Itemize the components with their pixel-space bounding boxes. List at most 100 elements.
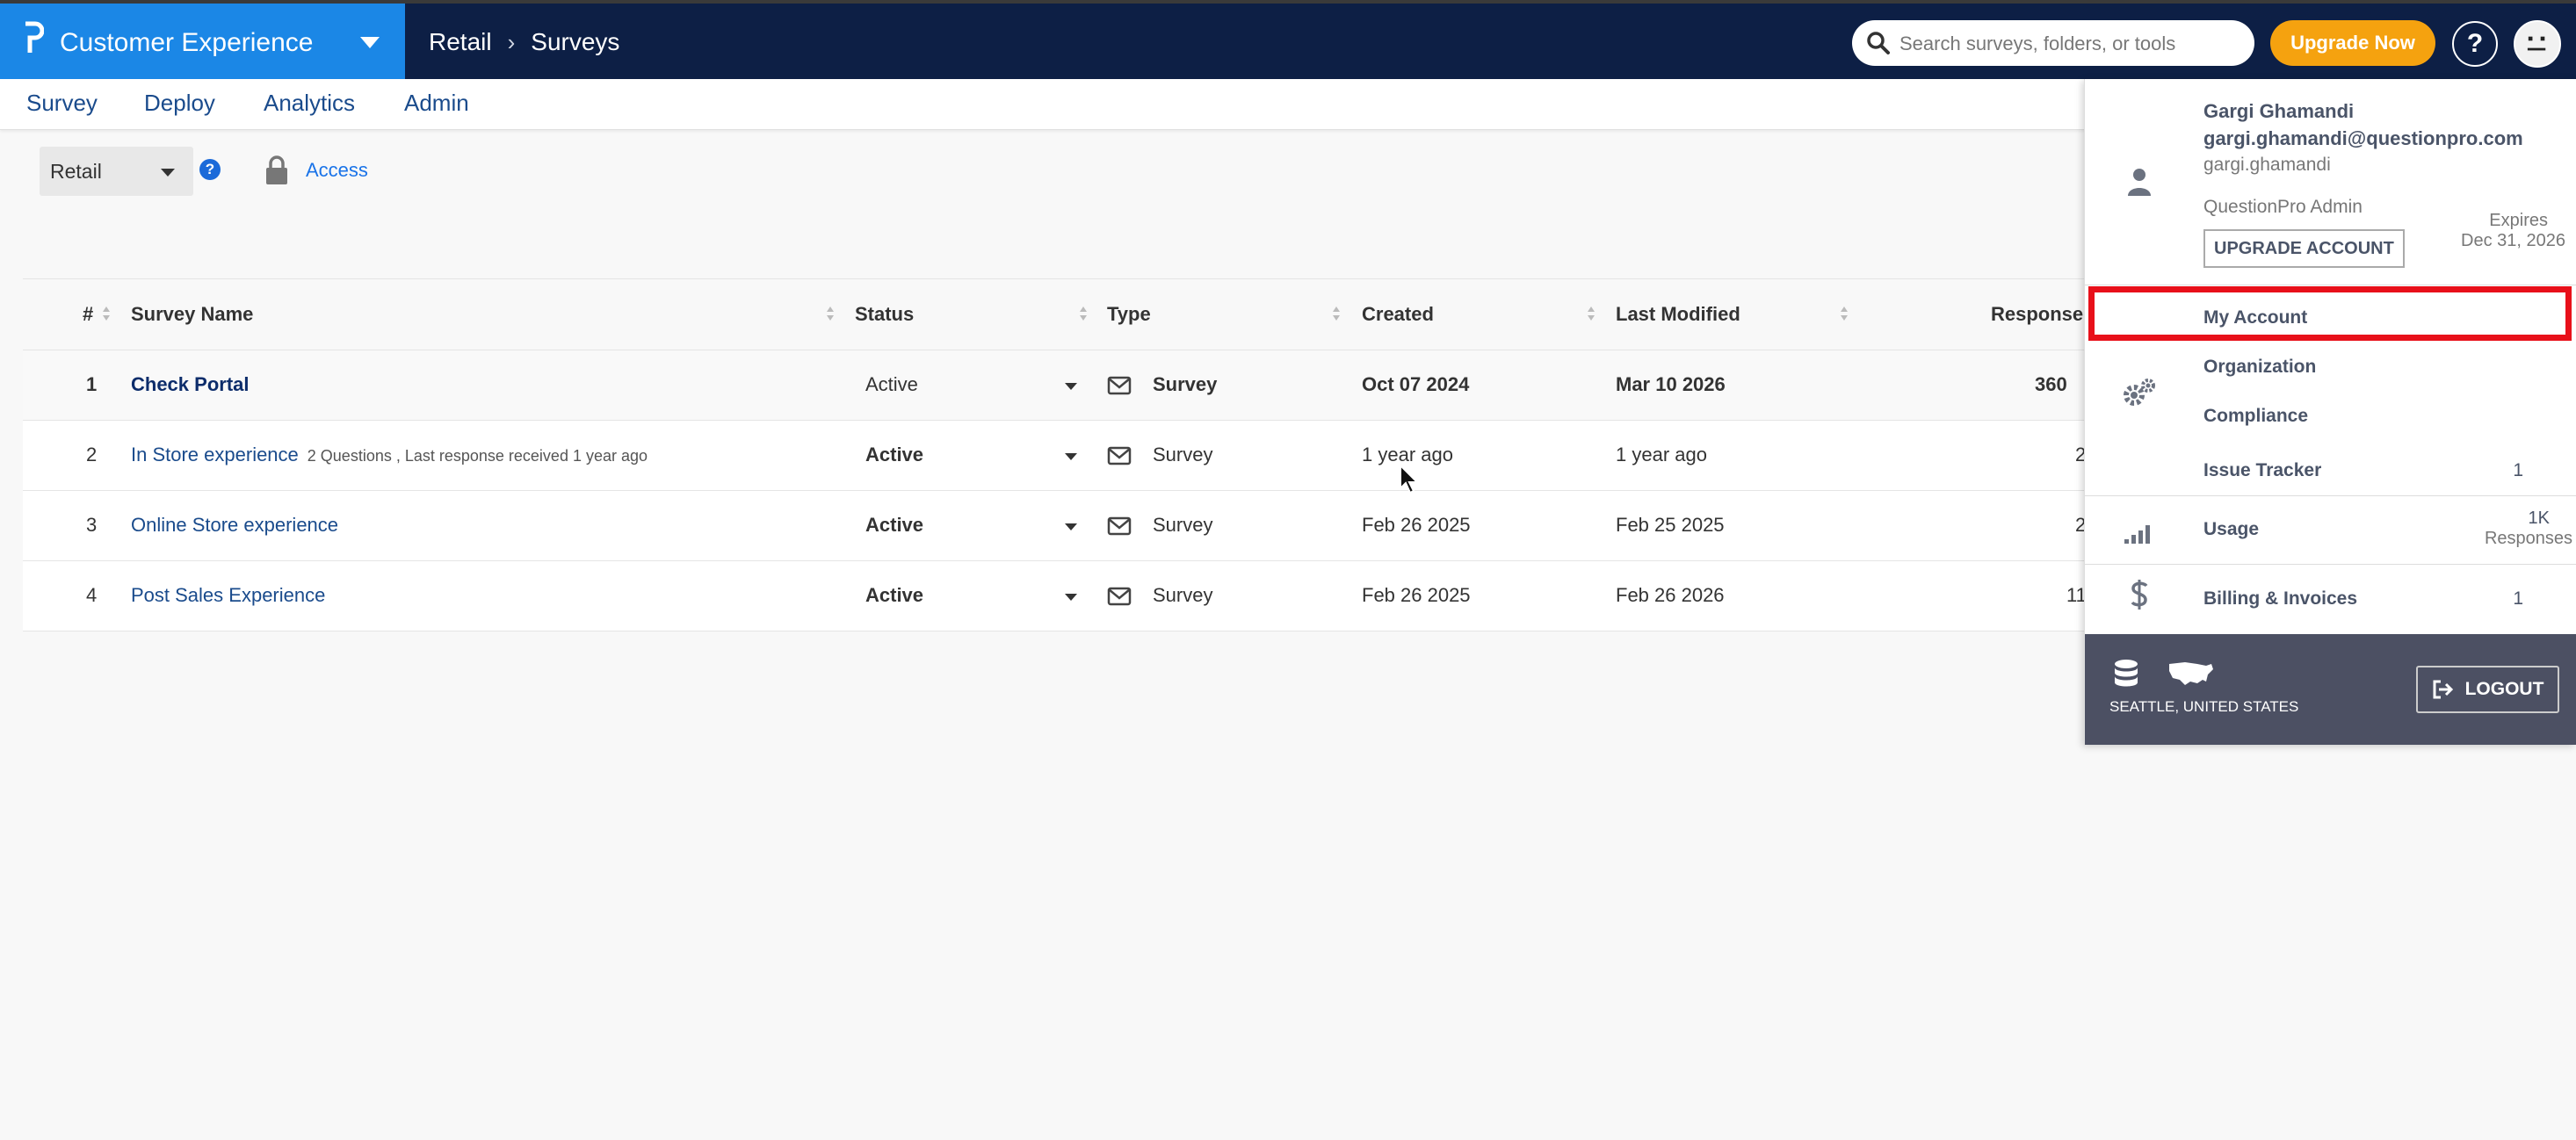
usage-link[interactable]: Usage [2203, 519, 2259, 540]
modified-value: Feb 26 2026 [1616, 584, 1725, 606]
folder-select[interactable]: Retail [40, 147, 193, 196]
status-dropdown-icon[interactable] [1065, 594, 1077, 601]
help-circle-icon[interactable]: ? [199, 159, 221, 180]
user-face-icon [2527, 36, 2546, 51]
sort-icon[interactable] [102, 306, 111, 321]
issue-tracker-link[interactable]: Issue Tracker [2203, 460, 2321, 481]
avatar[interactable] [2514, 20, 2561, 68]
user-name: Gargi Ghamandi [2203, 100, 2355, 122]
column-header-status[interactable]: Status [855, 303, 914, 326]
issue-tracker-count: 1 [2513, 460, 2523, 480]
sort-icon[interactable] [826, 306, 835, 321]
table-row[interactable]: 3 Online Store experience Active Survey … [23, 491, 2088, 561]
questionpro-logo-icon [25, 21, 44, 53]
chevron-down-icon [360, 37, 380, 48]
sort-icon[interactable] [1587, 306, 1596, 321]
column-header-survey-name[interactable]: Survey Name [131, 303, 253, 326]
status-dropdown-icon[interactable] [1065, 383, 1077, 390]
username: gargi.ghamandi [2203, 155, 2331, 175]
column-header-number[interactable]: # [83, 303, 93, 326]
status-value: Active [865, 444, 924, 465]
row-number: 4 [86, 584, 98, 606]
table-header: # Survey Name Status Type Created Last M… [23, 278, 2094, 350]
user-role: QuestionPro Admin [2203, 197, 2363, 217]
nav-admin[interactable]: Admin [404, 90, 469, 117]
organization-link[interactable]: Organization [2203, 357, 2316, 378]
account-menu: Gargi Ghamandi gargi.ghamandi@questionpr… [2084, 79, 2576, 745]
divider [2085, 495, 2576, 496]
logout-label: LOGOUT [2464, 679, 2544, 699]
status-value: Active [865, 514, 924, 536]
nav-analytics[interactable]: Analytics [264, 90, 355, 117]
search-placeholder: Search surveys, folders, or tools [1899, 32, 2176, 54]
envelope-icon [1107, 587, 1132, 606]
column-header-created[interactable]: Created [1362, 303, 1434, 326]
column-header-responses[interactable]: Responses [1991, 303, 2094, 326]
search-input[interactable]: Search surveys, folders, or tools [1852, 20, 2254, 66]
chevron-down-icon [161, 169, 175, 177]
billing-count: 1 [2513, 588, 2523, 609]
user-icon [2128, 169, 2151, 196]
nav-deploy[interactable]: Deploy [144, 90, 215, 117]
survey-meta: 2 Questions , Last response received 1 y… [307, 447, 648, 465]
envelope-icon [1107, 516, 1132, 536]
logout-button[interactable]: LOGOUT [2416, 666, 2559, 713]
modified-value: Mar 10 2026 [1616, 373, 1726, 395]
upgrade-account-button[interactable]: UPGRADE ACCOUNT [2203, 229, 2405, 268]
sort-icon[interactable] [1840, 306, 1849, 321]
row-number: 3 [86, 514, 98, 536]
product-switcher[interactable]: Customer Experience [0, 4, 405, 79]
survey-name-cell: In Store experience 2 Questions , Last re… [131, 444, 648, 466]
modified-value: Feb 25 2025 [1616, 514, 1725, 536]
data-center-location: SEATTLE, UNITED STATES [2109, 698, 2299, 715]
mouse-cursor-icon [1400, 464, 1420, 494]
type-value: Survey [1153, 584, 1213, 606]
type-value: Survey [1153, 444, 1213, 465]
nav-survey[interactable]: Survey [26, 90, 98, 117]
status-value: Active [865, 584, 924, 606]
user-email: gargi.ghamandi@questionpro.com [2203, 127, 2523, 149]
column-header-type[interactable]: Type [1107, 303, 1151, 326]
sort-icon[interactable] [1079, 306, 1088, 321]
help-icon[interactable]: ? [2452, 21, 2498, 67]
table-row[interactable]: 4 Post Sales Experience Active Survey Fe… [23, 561, 2088, 631]
survey-name-link[interactable]: In Store experience [131, 444, 299, 465]
table-row[interactable]: 1 Check Portal Active Survey Oct 07 2024… [23, 350, 2088, 421]
type-value: Survey [1153, 373, 1218, 395]
survey-name-link[interactable]: Check Portal [131, 373, 250, 396]
billing-invoices-link[interactable]: Billing & Invoices [2203, 588, 2357, 610]
column-header-last-modified[interactable]: Last Modified [1616, 303, 1740, 326]
breadcrumb: Retail › Surveys [429, 28, 619, 56]
usage-unit: Responses [2484, 529, 2572, 548]
status-dropdown-icon[interactable] [1065, 453, 1077, 460]
surveys-table: # Survey Name Status Type Created Last M… [23, 278, 2094, 631]
highlight-box [2088, 286, 2572, 341]
access-link[interactable]: Access [306, 159, 368, 182]
breadcrumb-separator-icon: › [507, 28, 516, 55]
status-dropdown-icon[interactable] [1065, 523, 1077, 530]
database-icon [2115, 660, 2138, 687]
table-row[interactable]: 2 In Store experience 2 Questions , Last … [23, 421, 2088, 491]
responses-value[interactable]: 360 [2035, 373, 2067, 396]
my-account-link[interactable]: My Account [2203, 307, 2307, 328]
top-bar: Customer Experience Retail › Surveys Sea… [0, 0, 2576, 79]
survey-name-link[interactable]: Online Store experience [131, 514, 338, 537]
usage-value: 1K [2528, 509, 2550, 528]
row-number: 1 [86, 373, 98, 395]
created-value: Feb 26 2025 [1362, 514, 1471, 536]
created-value: Feb 26 2025 [1362, 584, 1471, 606]
gears-icon [2124, 379, 2155, 406]
lock-icon [266, 155, 287, 184]
expires-date: Dec 31, 2026 [2461, 231, 2565, 250]
row-number: 2 [86, 444, 98, 465]
breadcrumb-parent[interactable]: Retail [429, 28, 492, 56]
created-value: Oct 07 2024 [1362, 373, 1470, 395]
upgrade-now-button[interactable]: Upgrade Now [2270, 20, 2435, 66]
product-name: Customer Experience [60, 28, 314, 57]
compliance-link[interactable]: Compliance [2203, 406, 2308, 427]
divider [2085, 564, 2576, 565]
usa-map-icon [2169, 662, 2213, 685]
sort-icon[interactable] [1332, 306, 1341, 321]
search-icon [1867, 32, 1890, 54]
survey-name-link[interactable]: Post Sales Experience [131, 584, 325, 607]
